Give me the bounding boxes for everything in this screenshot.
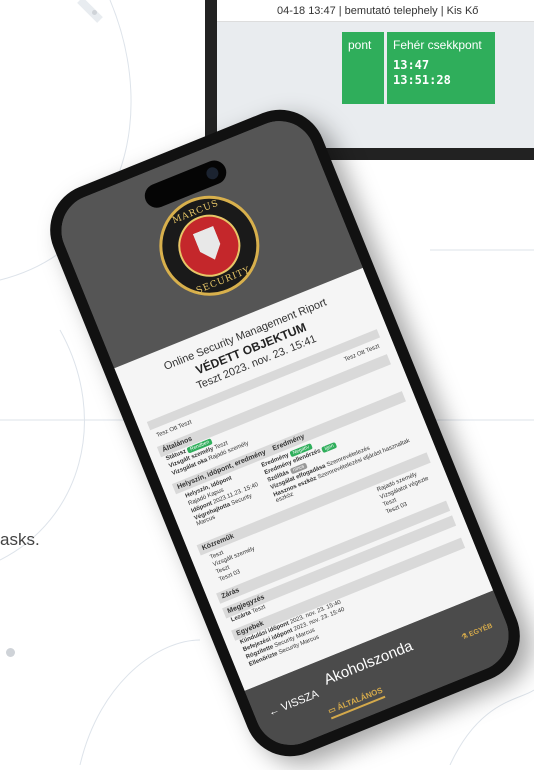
tab-general[interactable]: ▭ ÁLTALÁNOS xyxy=(326,685,386,720)
card-icon: ▭ xyxy=(326,704,338,716)
back-button[interactable]: ← VISSZA xyxy=(267,688,321,719)
back-label: VISSZA xyxy=(279,687,321,714)
tab-general-label: ÁLTALÁNOS xyxy=(335,685,384,712)
checkpoint-time-end: 13:51:28 xyxy=(393,73,451,87)
checkpoint-prev-label: pont xyxy=(348,38,372,52)
tab-other-label: EGYÉB xyxy=(468,622,494,639)
background-text: asks. xyxy=(0,530,40,549)
shield-icon xyxy=(193,226,225,264)
monitor-topbar: 04-18 13:47 | bemutató telephely | Kis K… xyxy=(217,0,534,22)
arrow-left-icon: ← xyxy=(266,703,282,720)
decor-dot xyxy=(6,648,15,657)
checkpoint-label: Fehér csekkpont xyxy=(393,38,482,52)
camera-icon xyxy=(204,165,221,182)
checkpoint-time-start: 13:47 xyxy=(393,58,430,72)
tab-other[interactable]: ⚗ EGYÉB xyxy=(460,622,494,642)
checkpoint-card-prev[interactable]: pont xyxy=(342,32,384,104)
decor-dot xyxy=(92,10,97,15)
checkpoint-card[interactable]: Fehér csekkpont 13:47 13:51:28 xyxy=(387,32,495,104)
